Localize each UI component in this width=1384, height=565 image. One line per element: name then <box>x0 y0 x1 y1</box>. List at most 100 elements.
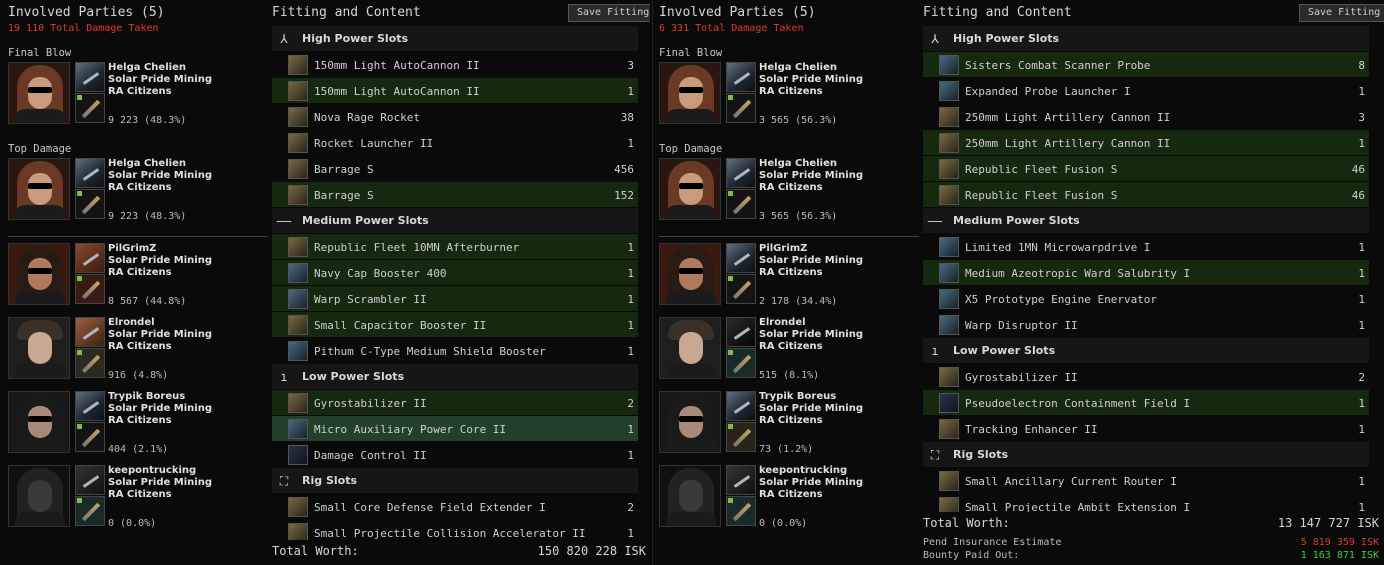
ship-icon[interactable] <box>726 243 756 273</box>
module-icon[interactable] <box>939 289 959 309</box>
weapon-icon[interactable] <box>726 189 756 219</box>
fitting-item-row[interactable]: Rocket Launcher II 1 <box>272 130 638 156</box>
fitting-item-row[interactable]: Expanded Probe Launcher I 1 <box>923 78 1369 104</box>
fitting-item-row[interactable]: Gyrostabilizer II 2 <box>272 390 638 416</box>
fitting-item-row[interactable]: Republic Fleet 10MN Afterburner 1 <box>272 234 638 260</box>
weapon-icon[interactable] <box>726 496 756 526</box>
fitting-item-row[interactable]: 250mm Light Artillery Cannon II 1 <box>923 130 1369 156</box>
slot-section-header[interactable]: –– Medium Power Slots <box>923 208 1369 234</box>
attacker-row[interactable]: Elrondel Solar Pride Mining RA Citizens … <box>8 315 268 385</box>
avatar[interactable] <box>659 317 721 379</box>
slot-section-header[interactable]: ı Low Power Slots <box>272 364 638 390</box>
weapon-icon[interactable] <box>75 274 105 304</box>
avatar[interactable] <box>8 391 70 453</box>
fitting-item-row[interactable]: 150mm Light AutoCannon II 3 <box>272 52 638 78</box>
attacker-alliance[interactable]: RA Citizens <box>108 182 172 194</box>
fitting-item-row[interactable]: Tracking Enhancer II 1 <box>923 416 1369 442</box>
avatar[interactable] <box>659 243 721 305</box>
save-fitting-button[interactable]: Save Fitting <box>1299 4 1384 22</box>
module-icon[interactable] <box>288 55 308 75</box>
module-icon[interactable] <box>939 81 959 101</box>
fitting-item-row[interactable]: Limited 1MN Microwarpdrive I 1 <box>923 234 1369 260</box>
ship-icon[interactable] <box>726 465 756 495</box>
module-icon[interactable] <box>288 445 308 465</box>
module-icon[interactable] <box>939 367 959 387</box>
attacker-alliance[interactable]: RA Citizens <box>759 415 823 427</box>
attacker-name[interactable]: Elrondel <box>759 317 806 329</box>
attacker-alliance[interactable]: RA Citizens <box>108 341 172 353</box>
module-icon[interactable] <box>939 393 959 413</box>
attacker-corp[interactable]: Solar Pride Mining <box>108 255 212 267</box>
attacker-row[interactable]: Trypik Boreus Solar Pride Mining RA Citi… <box>659 389 919 459</box>
module-icon[interactable] <box>939 185 959 205</box>
module-icon[interactable] <box>288 107 308 127</box>
attacker-alliance[interactable]: RA Citizens <box>108 267 172 279</box>
weapon-icon[interactable] <box>75 348 105 378</box>
module-icon[interactable] <box>288 341 308 361</box>
ship-icon[interactable] <box>75 158 105 188</box>
attacker-row[interactable]: PilGrimZ Solar Pride Mining RA Citizens … <box>8 241 268 311</box>
module-icon[interactable] <box>288 315 308 335</box>
weapon-icon[interactable] <box>726 274 756 304</box>
attacker-alliance[interactable]: RA Citizens <box>108 489 172 501</box>
slot-section-header[interactable]: ⅄ High Power Slots <box>923 26 1369 52</box>
attacker-corp[interactable]: Solar Pride Mining <box>108 403 212 415</box>
ship-icon[interactable] <box>75 243 105 273</box>
ship-icon[interactable] <box>75 317 105 347</box>
top-damage-attacker[interactable]: Helga Chelien Solar Pride Mining RA Citi… <box>659 156 919 226</box>
attacker-name[interactable]: Helga Chelien <box>108 62 186 74</box>
avatar[interactable] <box>659 62 721 124</box>
weapon-icon[interactable] <box>75 422 105 452</box>
fitting-item-row[interactable]: X5 Prototype Engine Enervator 1 <box>923 286 1369 312</box>
avatar[interactable] <box>8 317 70 379</box>
fitting-item-row[interactable]: Barrage S 152 <box>272 182 638 208</box>
module-icon[interactable] <box>939 133 959 153</box>
avatar[interactable] <box>659 391 721 453</box>
attacker-name[interactable]: PilGrimZ <box>759 243 807 255</box>
fitting-item-row[interactable]: 150mm Light AutoCannon II 1 <box>272 78 638 104</box>
attacker-name[interactable]: Trypik Boreus <box>759 391 836 403</box>
avatar[interactable] <box>8 62 70 124</box>
attacker-corp[interactable]: Solar Pride Mining <box>759 170 863 182</box>
ship-icon[interactable] <box>726 62 756 92</box>
module-icon[interactable] <box>288 523 308 540</box>
ship-icon[interactable] <box>726 158 756 188</box>
attacker-alliance[interactable]: RA Citizens <box>759 182 823 194</box>
fitting-list[interactable]: ⅄ High Power Slots 150mm Light AutoCannon … <box>272 26 638 540</box>
fitting-item-row[interactable]: Micro Auxiliary Power Core II 1 <box>272 416 638 442</box>
ship-icon[interactable] <box>726 317 756 347</box>
attacker-name[interactable]: PilGrimZ <box>108 243 156 255</box>
attacker-alliance[interactable]: RA Citizens <box>759 267 823 279</box>
module-icon[interactable] <box>939 315 959 335</box>
fitting-item-row[interactable]: Warp Disruptor II 1 <box>923 312 1369 338</box>
weapon-icon[interactable] <box>726 422 756 452</box>
weapon-icon[interactable] <box>75 496 105 526</box>
attacker-row[interactable]: Trypik Boreus Solar Pride Mining RA Citi… <box>8 389 268 459</box>
fitting-item-row[interactable]: Small Projectile Ambit Extension I 1 <box>923 494 1369 512</box>
module-icon[interactable] <box>288 497 308 517</box>
attacker-name[interactable]: Elrondel <box>108 317 155 329</box>
fitting-item-row[interactable]: Pseudoelectron Containment Field I 1 <box>923 390 1369 416</box>
attacker-name[interactable]: Helga Chelien <box>108 158 186 170</box>
module-icon[interactable] <box>939 55 959 75</box>
module-icon[interactable] <box>288 185 308 205</box>
module-icon[interactable] <box>939 419 959 439</box>
weapon-icon[interactable] <box>726 348 756 378</box>
weapon-icon[interactable] <box>75 189 105 219</box>
attacker-name[interactable]: Helga Chelien <box>759 62 837 74</box>
attacker-row[interactable]: keepontrucking Solar Pride Mining RA Cit… <box>8 463 268 533</box>
module-icon[interactable] <box>288 133 308 153</box>
attacker-corp[interactable]: Solar Pride Mining <box>759 329 863 341</box>
avatar[interactable] <box>659 158 721 220</box>
final-blow-attacker[interactable]: Helga Chelien Solar Pride Mining RA Citi… <box>659 60 919 130</box>
fitting-list[interactable]: ⅄ High Power Slots Sisters Combat Scanner … <box>923 26 1369 512</box>
attacker-name[interactable]: Helga Chelien <box>759 158 837 170</box>
attacker-corp[interactable]: Solar Pride Mining <box>759 477 863 489</box>
attacker-row[interactable]: PilGrimZ Solar Pride Mining RA Citizens … <box>659 241 919 311</box>
module-icon[interactable] <box>939 107 959 127</box>
attacker-name[interactable]: keepontrucking <box>759 465 847 477</box>
module-icon[interactable] <box>288 419 308 439</box>
slot-section-header[interactable]: –– Medium Power Slots <box>272 208 638 234</box>
attacker-corp[interactable]: Solar Pride Mining <box>108 170 212 182</box>
attacker-alliance[interactable]: RA Citizens <box>759 86 823 98</box>
